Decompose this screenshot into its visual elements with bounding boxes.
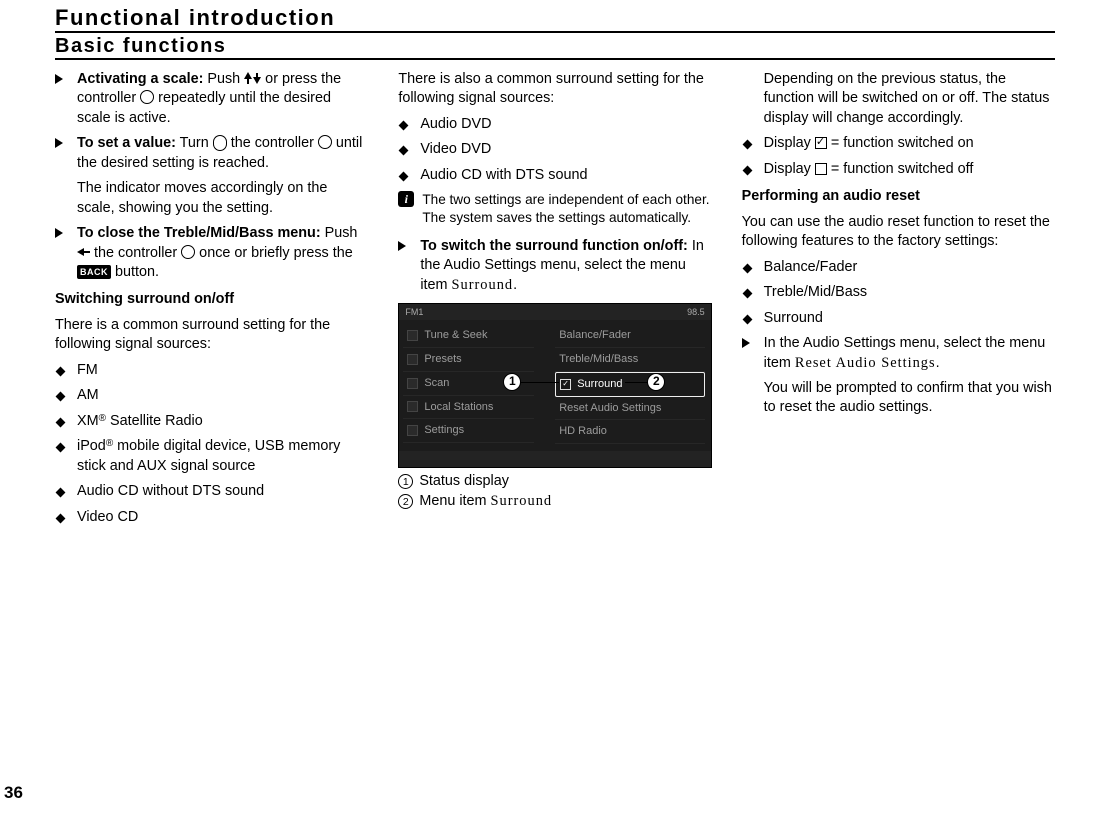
screenshot-right-row: Treble/Mid/Bass xyxy=(555,348,704,372)
menu-glyph-icon xyxy=(407,401,418,412)
screenshot-right-row: Reset Audio Settings xyxy=(555,397,704,421)
list-item: FM xyxy=(55,361,368,381)
page-number: 36 xyxy=(4,783,23,803)
screenshot-right-row: HD Radio xyxy=(555,420,704,444)
arrow-up-icon xyxy=(244,70,252,89)
subheading-audio-reset: Performing an audio reset xyxy=(742,187,1055,206)
diamond-bullet-icon xyxy=(742,314,752,324)
info-icon: i xyxy=(398,191,414,207)
list-item: Audio CD without DTS sound xyxy=(55,482,368,502)
content-columns: Activating a scale: Push or press the co… xyxy=(55,70,1055,533)
diamond-bullet-icon xyxy=(56,366,66,376)
device-screenshot: FM1 98.5 Tune & Seek Presets Scan Local … xyxy=(398,303,711,468)
checkbox-empty-icon xyxy=(815,163,827,175)
screenshot-left-row: Settings xyxy=(403,419,534,443)
list-item: XM® Satellite Radio xyxy=(55,412,368,432)
list-item: Video DVD xyxy=(398,140,711,160)
page: Functional introduction Basic functions … xyxy=(0,0,1110,813)
list-item: iPod® mobile digital device, USB memory … xyxy=(55,437,368,476)
checkbox-checked-icon xyxy=(815,137,827,149)
triangle-bullet-icon xyxy=(55,138,63,148)
caption-1: 1Status display xyxy=(398,472,711,491)
section-title: Basic functions xyxy=(55,35,1055,60)
triangle-bullet-icon xyxy=(398,241,406,251)
controller-icon xyxy=(318,135,332,149)
diamond-bullet-icon xyxy=(56,443,66,453)
circled-1-icon: 1 xyxy=(398,474,413,489)
step-bold: Activating a scale: xyxy=(77,71,203,87)
paragraph: There is also a common surround setting … xyxy=(398,70,711,109)
list-item: Treble/Mid/Bass xyxy=(742,283,1055,303)
controller-icon xyxy=(181,245,195,259)
arrow-left-icon xyxy=(77,244,90,263)
diamond-bullet-icon xyxy=(742,140,752,150)
circled-2-icon: 2 xyxy=(398,494,413,509)
step-activating-scale: Activating a scale: Push or press the co… xyxy=(55,70,368,128)
controller-icon xyxy=(140,90,154,104)
step-bold: To close the Treble/Mid/Bass menu: xyxy=(77,225,321,241)
step-confirm-note: You will be prompted to confirm that you… xyxy=(742,379,1055,418)
step-switch-surround: To switch the surround function on/off: … xyxy=(398,237,711,295)
screenshot-freq: 98.5 xyxy=(687,306,705,318)
step-close-menu: To close the Treble/Mid/Bass menu: Push … xyxy=(55,224,368,282)
list-item: Audio DVD xyxy=(398,115,711,135)
diamond-bullet-icon xyxy=(399,171,409,181)
diamond-bullet-icon xyxy=(742,263,752,273)
menu-glyph-icon xyxy=(407,330,418,341)
paragraph: There is a common surround setting for t… xyxy=(55,316,368,355)
caption-2: 2Menu item Surround xyxy=(398,492,711,511)
screenshot-right-row: Balance/Fader xyxy=(555,324,704,348)
list-item: Audio CD with DTS sound xyxy=(398,166,711,186)
diamond-bullet-icon xyxy=(56,488,66,498)
triangle-bullet-icon xyxy=(742,338,750,348)
diamond-bullet-icon xyxy=(56,417,66,427)
step-set-value: To set a value: Turn the controller unti… xyxy=(55,134,368,173)
diamond-bullet-icon xyxy=(399,146,409,156)
screenshot-right-row-selected: Surround xyxy=(555,372,704,397)
screenshot-left-row: Presets xyxy=(403,348,534,372)
diamond-bullet-icon xyxy=(742,165,752,175)
step-reset-audio: In the Audio Settings menu, select the m… xyxy=(742,334,1055,373)
callout-line xyxy=(625,382,649,383)
diamond-bullet-icon xyxy=(742,289,752,299)
triangle-bullet-icon xyxy=(55,74,63,84)
screenshot-left-row: Local Stations xyxy=(403,396,534,420)
diamond-bullet-icon xyxy=(399,120,409,130)
list-item: AM xyxy=(55,386,368,406)
column-3: Depending on the previous status, the fu… xyxy=(742,70,1055,533)
diamond-bullet-icon xyxy=(56,513,66,523)
checkbox-checked-icon xyxy=(560,379,571,390)
step-indicator-note: The indicator moves accordingly on the s… xyxy=(55,179,368,218)
callout-line xyxy=(521,382,559,383)
back-button-icon: BACK xyxy=(77,265,111,279)
step-bold: To set a value: xyxy=(77,135,176,151)
screenshot-left-row: Tune & Seek xyxy=(403,324,534,348)
menu-glyph-icon xyxy=(407,378,418,389)
list-item: Display = function switched on xyxy=(742,134,1055,154)
menu-glyph-icon xyxy=(407,425,418,436)
subheading-surround: Switching surround on/off xyxy=(55,290,368,309)
menu-glyph-icon xyxy=(407,354,418,365)
screenshot-band: FM1 xyxy=(405,307,423,317)
step-result-note: Depending on the previous status, the fu… xyxy=(742,70,1055,128)
list-item: Video CD xyxy=(55,508,368,528)
column-2: There is also a common surround setting … xyxy=(398,70,711,533)
page-title: Functional introduction xyxy=(55,5,1055,33)
list-item: Surround xyxy=(742,309,1055,329)
column-1: Activating a scale: Push or press the co… xyxy=(55,70,368,533)
info-note: i The two settings are independent of ea… xyxy=(398,191,711,226)
paragraph: You can use the audio reset function to … xyxy=(742,213,1055,252)
list-item: Display = function switched off xyxy=(742,160,1055,180)
list-item: Balance/Fader xyxy=(742,258,1055,278)
diamond-bullet-icon xyxy=(56,392,66,402)
rotate-icon xyxy=(213,135,227,149)
triangle-bullet-icon xyxy=(55,228,63,238)
